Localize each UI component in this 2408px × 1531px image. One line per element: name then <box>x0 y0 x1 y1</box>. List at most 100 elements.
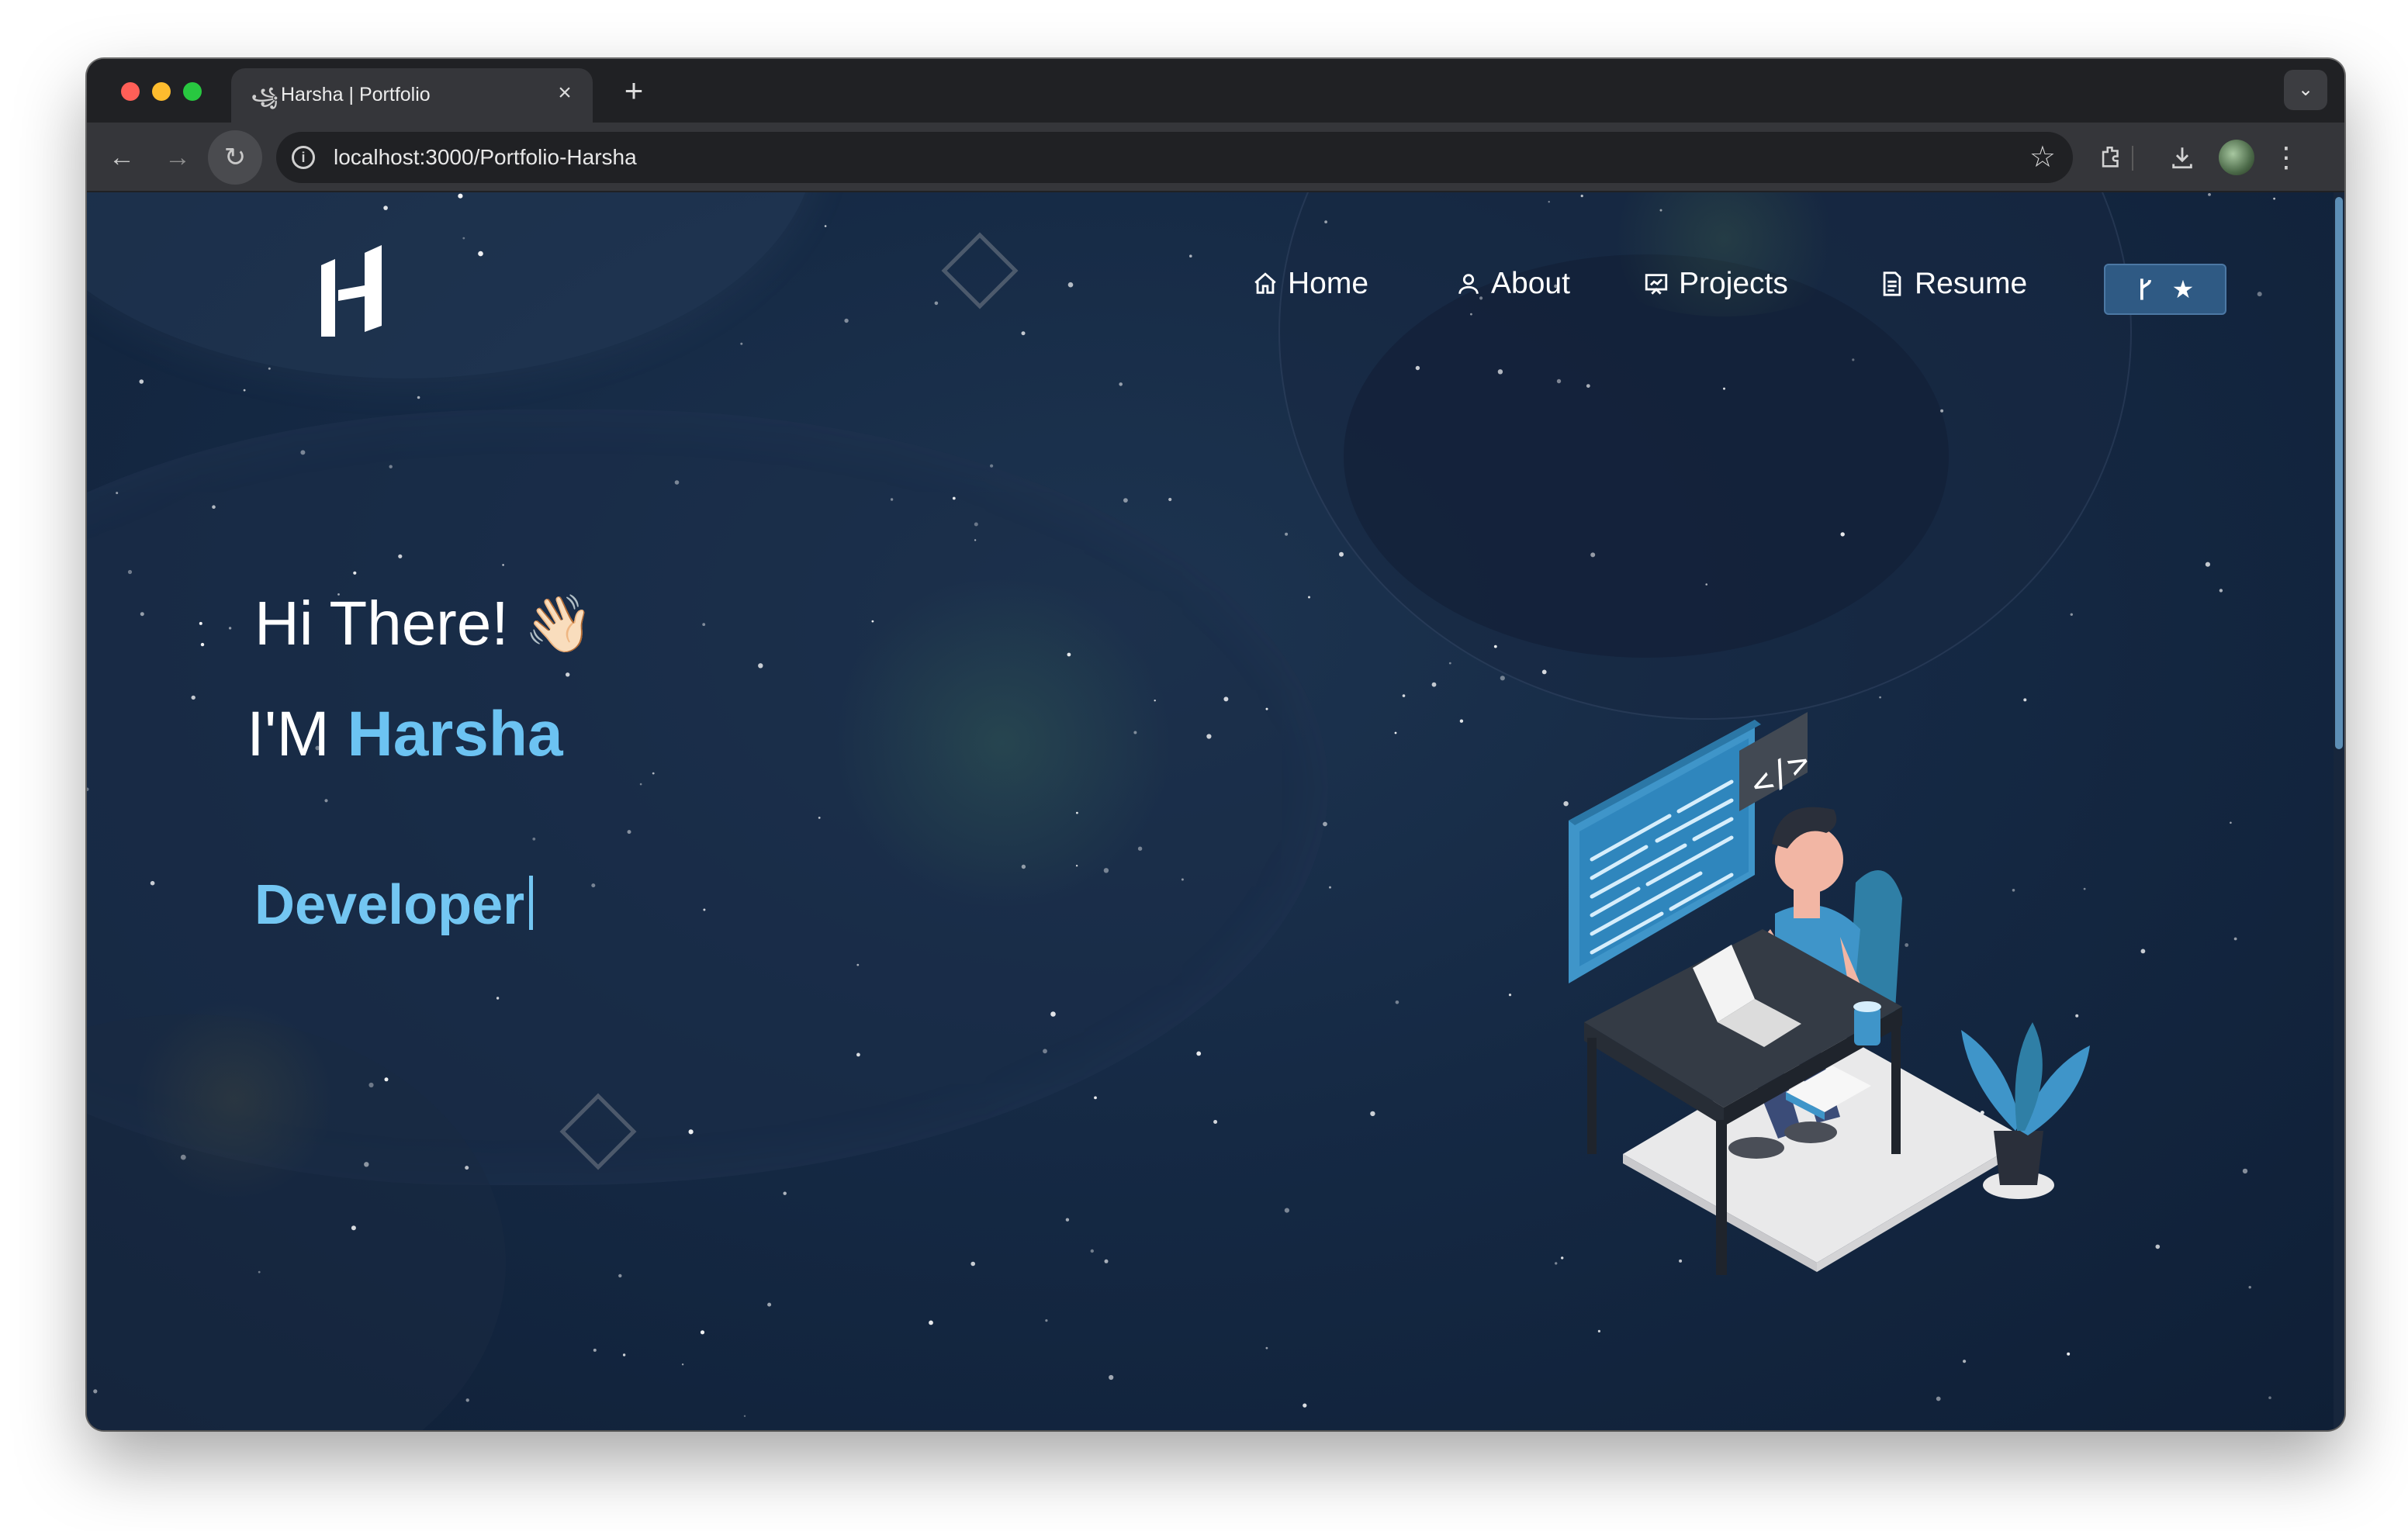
tab-search-chevron-icon[interactable]: ⌄ <box>2284 70 2327 110</box>
star-dot <box>465 1398 469 1402</box>
star-dot <box>1497 369 1503 375</box>
star-dot <box>1285 532 1289 536</box>
nav-projects[interactable]: Projects <box>1643 261 1788 307</box>
star-dot <box>974 522 978 527</box>
extensions-icon[interactable] <box>2090 137 2132 178</box>
star-dot <box>1119 382 1123 386</box>
star-dot <box>1470 313 1472 316</box>
tab-title: Harsha | Portfolio <box>281 84 431 105</box>
star-dot <box>2268 1396 2271 1399</box>
star-dot <box>856 1052 860 1057</box>
star-dot <box>2219 589 2223 593</box>
tab-strip: ꧁ Harsha | Portfolio × + ⌄ <box>87 59 2344 123</box>
star-dot <box>1402 694 1406 697</box>
nav-resume-label: Resume <box>1915 267 2028 300</box>
star-dot <box>1659 209 1662 212</box>
browser-tab[interactable]: ꧁ Harsha | Portfolio × <box>231 68 593 123</box>
star-dot <box>93 1389 98 1394</box>
star-dot <box>1109 1374 1114 1381</box>
nav-projects-label: Projects <box>1679 267 1788 300</box>
address-bar[interactable]: i localhost:3000/Portfolio-Harsha ☆ <box>276 132 2073 183</box>
star-dot <box>1223 696 1229 702</box>
star-dot <box>681 1363 684 1366</box>
star-dot <box>1303 1403 1307 1408</box>
star-dot <box>856 963 860 966</box>
hero-name: Harsha <box>347 699 563 769</box>
star-dot <box>929 1320 933 1325</box>
star-dot <box>593 1348 597 1352</box>
star-dot <box>1370 1111 1375 1117</box>
nav-about[interactable]: About <box>1455 261 1570 307</box>
close-window-button[interactable] <box>121 82 140 101</box>
star-dot <box>1213 1120 1218 1124</box>
star-dot <box>139 379 144 384</box>
star-dot <box>1196 1051 1202 1056</box>
star-dot <box>1067 282 1074 288</box>
maximize-window-button[interactable] <box>183 82 202 101</box>
star-dot <box>1723 387 1725 390</box>
star-dot <box>934 301 939 306</box>
star-dot <box>127 569 133 575</box>
star-dot <box>351 1225 356 1231</box>
star-dot <box>652 772 655 775</box>
profile-avatar[interactable] <box>2219 140 2254 175</box>
star-dot <box>824 225 827 227</box>
more-menu-icon[interactable]: ⋮ <box>2265 137 2307 178</box>
star-dot <box>1021 864 1026 869</box>
star-dot <box>228 627 232 630</box>
star-dot <box>478 251 483 257</box>
star-dot <box>1206 734 1212 739</box>
star-dot <box>398 554 403 558</box>
back-arrow-icon[interactable]: ← <box>102 138 141 177</box>
toolbar-divider <box>2132 146 2133 171</box>
star-dot <box>970 1261 975 1267</box>
star-dot <box>150 880 155 886</box>
nav-home[interactable]: Home <box>1252 261 1368 307</box>
star-dot <box>364 1162 369 1167</box>
new-tab-icon[interactable]: + <box>614 71 653 110</box>
typing-cursor <box>529 876 534 930</box>
star-dot <box>2233 937 2237 941</box>
user-icon <box>1458 274 1479 294</box>
star-dot <box>1137 846 1143 851</box>
site-logo[interactable] <box>317 245 391 341</box>
forward-arrow-icon[interactable]: → <box>158 138 197 177</box>
hero-greeting: Hi There! 👋🏻 <box>254 588 593 659</box>
close-tab-icon[interactable]: × <box>551 79 579 107</box>
star-dot <box>496 997 500 1000</box>
url-text[interactable]: localhost:3000/Portfolio-Harsha <box>334 145 637 170</box>
star-dot <box>591 883 596 888</box>
star-dot <box>1963 1360 1967 1363</box>
star-dot <box>1580 195 1583 198</box>
star-dot <box>458 193 463 199</box>
page-scrollbar[interactable] <box>2334 192 2344 1430</box>
star-dot <box>1045 1319 1048 1322</box>
star-dot <box>2067 1352 2071 1356</box>
star-dot <box>1265 707 1268 710</box>
star-dot <box>1597 1329 1600 1332</box>
star-dot <box>532 837 536 841</box>
intro-prefix: I'M <box>247 699 348 769</box>
download-icon[interactable] <box>2161 137 2203 178</box>
star-dot <box>384 1077 389 1082</box>
scrollbar-thumb[interactable] <box>2335 197 2343 749</box>
star-dot <box>1339 551 1344 557</box>
browser-toolbar: ← → ↻ i localhost:3000/Portfolio-Harsha … <box>87 123 2344 192</box>
star-icon: ★ <box>2171 275 2195 303</box>
site-info-icon[interactable]: i <box>292 146 315 169</box>
star-dot <box>116 492 119 495</box>
star-dot <box>1284 1208 1289 1213</box>
bookmark-star-icon[interactable]: ☆ <box>2029 140 2056 175</box>
star-dot <box>1076 811 1078 814</box>
star-dot <box>87 787 89 791</box>
star-dot <box>890 498 894 501</box>
minimize-window-button[interactable] <box>152 82 171 101</box>
star-dot <box>1586 384 1590 388</box>
reload-icon[interactable]: ↻ <box>208 130 262 185</box>
github-fork-star-button[interactable]: ★ <box>2104 264 2226 315</box>
star-dot <box>1094 1096 1097 1100</box>
nav-resume[interactable]: Resume <box>1879 261 2027 307</box>
star-dot <box>268 367 271 370</box>
star-dot <box>1189 254 1192 257</box>
star-dot <box>767 1302 772 1307</box>
